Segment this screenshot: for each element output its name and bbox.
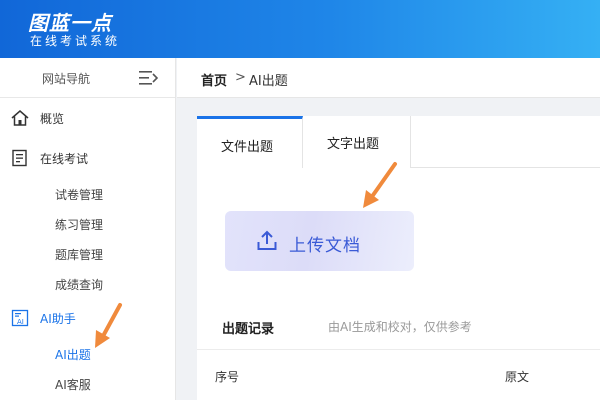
breadcrumb-home-link[interactable]: 首页 xyxy=(201,70,227,89)
tab-label: 文件出题 xyxy=(221,140,274,155)
sidebar-item-label: 成绩查询 xyxy=(55,278,104,292)
sidebar-item-ai-question[interactable]: AI出题 xyxy=(0,341,176,367)
upload-label: 上传文档 xyxy=(289,236,361,256)
records-title: 出题记录 xyxy=(222,322,275,337)
tab-label: 文字出题 xyxy=(327,137,380,152)
sidebar-item-ai-service[interactable]: AI客服 xyxy=(0,371,176,397)
sidebar-item-label: 题库管理 xyxy=(55,248,104,262)
sidebar-item-overview[interactable]: 概览 xyxy=(0,105,176,131)
top-header: 图蓝一点 在线考试系统 xyxy=(0,0,600,58)
upload-document-button[interactable]: 上传文档 xyxy=(225,211,414,271)
sidebar-item-practice-management[interactable]: 练习管理 xyxy=(0,211,176,237)
sidebar-item-label: AI出题 xyxy=(55,348,91,362)
sidebar-item-label: 练习管理 xyxy=(55,218,104,232)
sidebar: 网站导航 概览 在线考试 试卷管理 练习管理 题库管理 成绩查询 AI AI助手… xyxy=(0,58,176,400)
breadcrumb-separator: > xyxy=(235,70,246,85)
svg-text:AI: AI xyxy=(17,318,24,326)
sidebar-item-score-query[interactable]: 成绩查询 xyxy=(0,271,176,297)
sidebar-item-ai-assistant[interactable]: AI AI助手 xyxy=(0,305,176,331)
upload-icon xyxy=(257,230,277,250)
breadcrumb: 首页 > AI出题 xyxy=(177,58,600,98)
records-hint: 由AI生成和校对，仅供参考 xyxy=(328,320,472,334)
sidebar-item-label: 在线考试 xyxy=(40,152,89,166)
sidebar-item-label: AI客服 xyxy=(55,378,91,392)
sidebar-item-label: 概览 xyxy=(40,112,65,126)
sidebar-header: 网站导航 xyxy=(0,58,175,98)
sidebar-title: 网站导航 xyxy=(42,72,91,86)
breadcrumb-current: AI出题 xyxy=(249,74,288,89)
column-header-index: 序号 xyxy=(215,370,240,384)
menu-collapse-icon[interactable] xyxy=(138,69,158,87)
exam-list-icon xyxy=(12,149,27,167)
ai-icon: AI xyxy=(11,309,29,327)
column-header-source: 原文 xyxy=(505,370,530,384)
sidebar-item-question-bank[interactable]: 题库管理 xyxy=(0,241,176,267)
sidebar-item-label: 试卷管理 xyxy=(55,188,104,202)
sidebar-item-label: AI助手 xyxy=(40,312,76,326)
main-panel: 文件出题 文字出题 上传文档 出题记录 由AI生成和校对，仅供参考 序号 原文 xyxy=(197,116,600,400)
sidebar-item-paper-management[interactable]: 试卷管理 xyxy=(0,181,176,207)
tab-file-question[interactable]: 文件出题 xyxy=(197,116,303,168)
sidebar-item-online-exam[interactable]: 在线考试 xyxy=(0,145,176,171)
home-icon xyxy=(11,110,29,126)
logo-subtitle: 在线考试系统 xyxy=(30,34,121,48)
tab-text-question[interactable]: 文字出题 xyxy=(303,116,411,168)
records-table-header: 序号 原文 xyxy=(197,349,600,400)
tab-bar: 文件出题 文字出题 xyxy=(197,116,600,168)
